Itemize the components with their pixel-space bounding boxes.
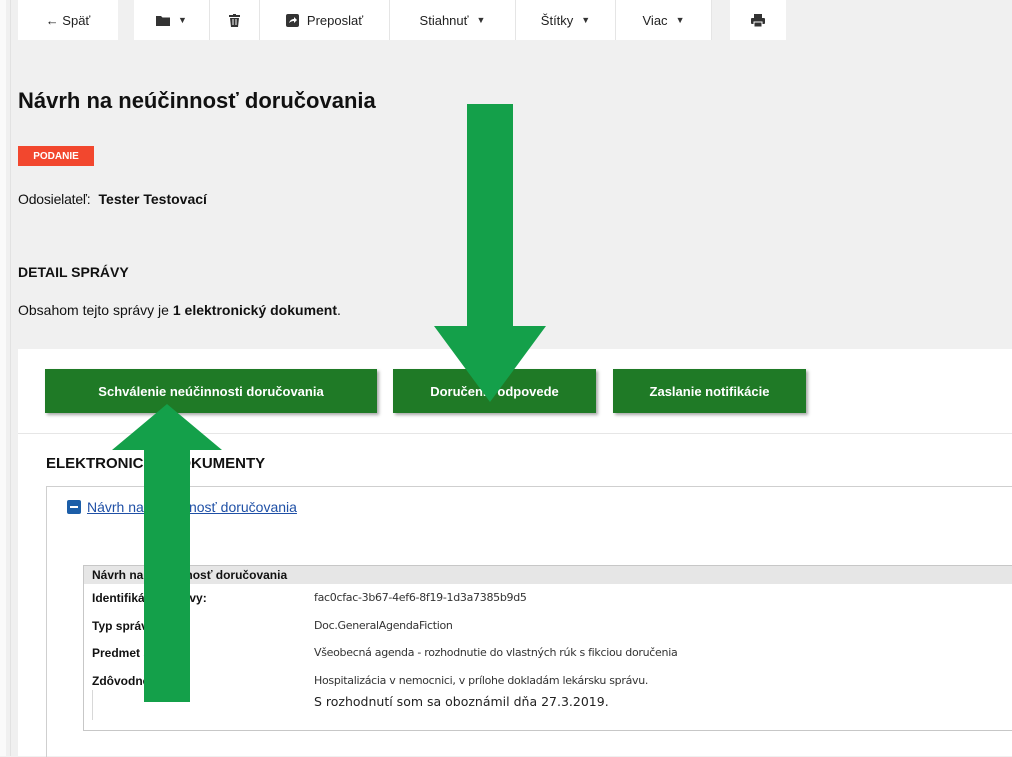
chevron-down-icon: ▼	[581, 15, 591, 25]
chevron-down-icon: ▼	[675, 15, 685, 25]
left-edge	[0, 0, 6, 756]
status-badge: PODANIE	[18, 146, 94, 166]
row-divider	[92, 690, 93, 720]
send-notification-button[interactable]: Zaslanie notifikácie	[613, 369, 806, 413]
back-button[interactable]: ← Späť	[18, 0, 118, 40]
sender-name: Tester Testovací	[98, 191, 207, 207]
sender-line: Odosielateľ: Tester Testovací	[18, 191, 207, 207]
toolbar: ← Späť ▼ Preposlať Stiahnuť ▼ Štítky ▼ Via…	[18, 0, 786, 40]
sender-label: Odosielateľ:	[18, 191, 91, 207]
row-value: Všeobecná agenda - rozhodnutie do vlastn…	[314, 646, 678, 659]
chevron-down-icon: ▼	[476, 15, 486, 25]
forward-button[interactable]: Preposlať	[260, 0, 390, 40]
detail-text-bold: 1 elektronický dokument	[172, 302, 338, 318]
document-table-title: Návrh na neúčinnosť doručovania	[84, 566, 1012, 584]
row-note: S rozhodnutí som sa oboznámil dňa 27.3.2…	[314, 694, 609, 709]
detail-text-suffix: .	[337, 302, 341, 318]
trash-icon	[229, 13, 240, 27]
up-arrow-annotation	[112, 404, 222, 702]
left-divider	[10, 0, 11, 756]
row-value: fac0cfac-3b67-4ef6-8f19-1d3a7385b9d5	[314, 591, 527, 604]
download-label: Stiahnuť	[419, 12, 469, 28]
print-icon	[751, 13, 765, 27]
forward-label: Preposlať	[306, 12, 364, 28]
row-value: Doc.GeneralAgendaFiction	[314, 619, 453, 632]
chevron-down-icon: ▼	[178, 15, 187, 25]
detail-text: Obsahom tejto správy je 1 elektronický d…	[18, 302, 341, 318]
more-label: Viac	[642, 12, 668, 28]
print-button[interactable]	[730, 0, 786, 40]
forward-icon	[285, 13, 299, 27]
page-title: Návrh na neúčinnosť doručovania	[18, 88, 376, 113]
more-button[interactable]: Viac ▼	[616, 0, 712, 40]
row-value: Hospitalizácia v nemocnici, v prílohe do…	[314, 674, 649, 687]
download-button[interactable]: Stiahnuť ▼	[390, 0, 516, 40]
tags-label: Štítky	[540, 12, 574, 28]
detail-text-prefix: Obsahom tejto správy je	[18, 302, 173, 318]
back-label: ← Späť	[45, 12, 91, 28]
delete-button[interactable]	[210, 0, 260, 40]
collapse-icon[interactable]	[67, 500, 81, 514]
folder-icon	[156, 15, 171, 26]
document-detail-table: Návrh na neúčinnosť doručovania Identifi…	[83, 565, 1012, 731]
detail-title: DETAIL SPRÁVY	[18, 264, 129, 280]
folder-button[interactable]: ▼	[134, 0, 210, 40]
tags-button[interactable]: Štítky ▼	[516, 0, 616, 40]
down-arrow-annotation	[434, 104, 546, 402]
